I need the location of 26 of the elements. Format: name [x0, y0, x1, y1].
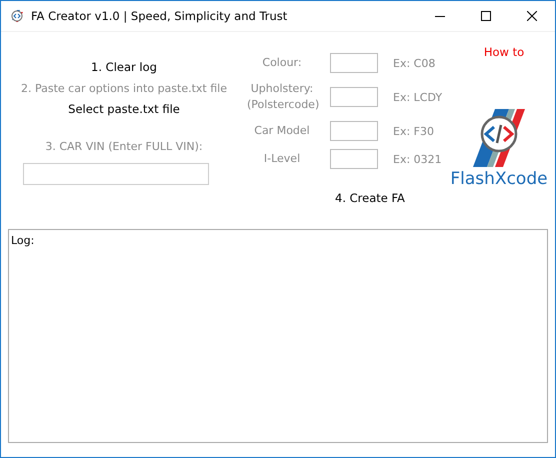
app-icon — [9, 8, 25, 24]
create-fa-button[interactable]: 4. Create FA — [335, 191, 405, 205]
field-label: I-Level — [262, 151, 302, 167]
logo-text: FlashXcode — [450, 169, 548, 189]
input-field[interactable] — [330, 121, 378, 141]
field-label: Upholstery: (Polstercode) — [247, 81, 317, 113]
window-title: FA Creator v1.0 | Speed, Simplicity and Trust — [31, 9, 288, 23]
input-field[interactable] — [330, 53, 378, 73]
how-to-link[interactable]: How to — [484, 45, 524, 59]
close-icon[interactable] — [527, 11, 537, 21]
field-label: Colour: — [261, 55, 303, 71]
example-hint: Ex: LCDY — [393, 90, 443, 104]
log-area[interactable]: Log: — [8, 229, 548, 443]
clear-log-button[interactable]: 1. Clear log — [91, 58, 157, 76]
maximize-icon[interactable] — [481, 11, 491, 21]
example-hint: Ex: F30 — [393, 124, 435, 138]
field-label: Car Model — [253, 123, 311, 139]
input-field[interactable] — [330, 149, 378, 169]
vin-field[interactable] — [23, 163, 209, 185]
select-file-button[interactable]: Select paste.txt file — [68, 102, 180, 116]
vin-label: 3. CAR VIN (Enter FULL VIN): — [45, 140, 203, 153]
paste-instruction: 2. Paste car options into paste.txt file — [21, 82, 227, 96]
example-hint: Ex: C08 — [393, 56, 436, 70]
example-hint: Ex: 0321 — [393, 152, 443, 166]
log-label: Log: — [11, 234, 34, 247]
input-field[interactable] — [330, 87, 378, 107]
